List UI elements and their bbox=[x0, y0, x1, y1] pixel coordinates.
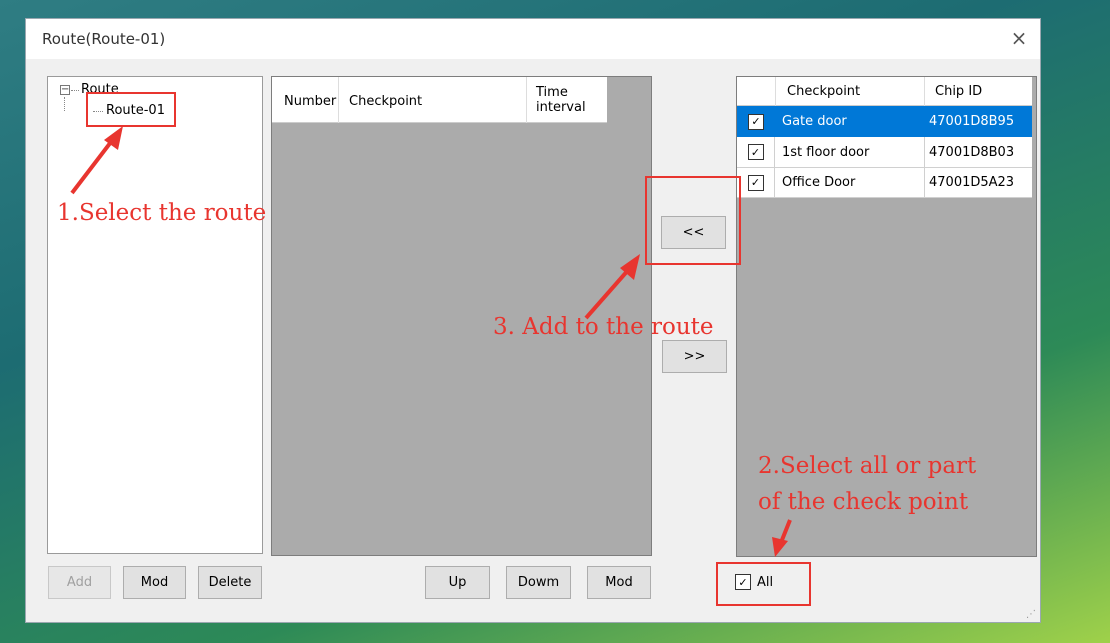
arrow-step2 bbox=[772, 519, 792, 557]
annotation-step1: 1.Select the route bbox=[57, 200, 267, 226]
annotation-step2-line1: 2.Select all or part bbox=[758, 453, 977, 479]
arrow-step3 bbox=[584, 254, 640, 320]
arrow-step1 bbox=[70, 126, 123, 195]
annotation-step2-line2: of the check point bbox=[758, 489, 969, 515]
annotation-step3: 3. Add to the route bbox=[493, 314, 714, 340]
